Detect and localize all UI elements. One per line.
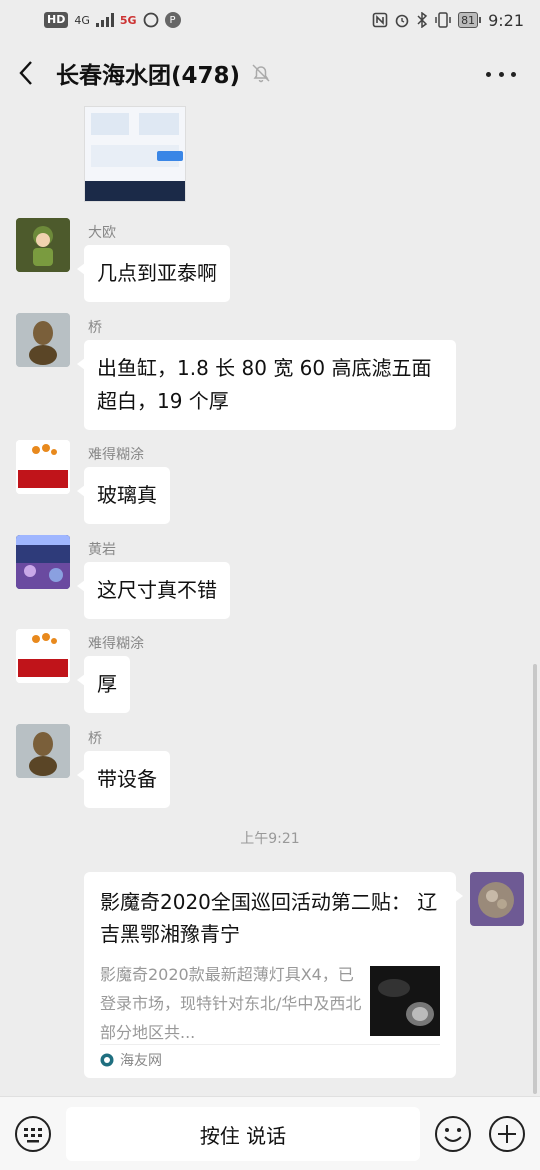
avatar[interactable] <box>16 440 70 494</box>
status-left: HD 4G 5G P <box>44 12 181 28</box>
link-description: 影魔奇2020款最新超薄灯具X4，已登录市场，现特针对东北/华中及西北部分地区共… <box>100 965 362 1042</box>
avatar[interactable] <box>16 218 70 272</box>
link-card[interactable]: 影魔奇2020全国巡回活动第二贴： 辽吉黑鄂湘豫青宁 影魔奇2020款最新超薄灯… <box>84 872 463 1078</box>
link-title: 影魔奇2020全国巡回活动第二贴： 辽吉黑鄂湘豫青宁 <box>100 890 438 946</box>
battery-indicator: 81 <box>458 12 482 28</box>
keyboard-icon <box>15 1116 51 1152</box>
link-thumbnail <box>370 966 440 1036</box>
chat-header: 长春海水团(478) <box>0 40 540 106</box>
sender-name: 黄岩 <box>88 542 116 558</box>
message-bubble[interactable]: 带设备 <box>77 751 170 808</box>
avatar-image <box>16 218 70 272</box>
message-item: 大欧 几点到亚泰啊 <box>16 218 476 302</box>
link-source-name: 海友网 <box>120 1053 162 1069</box>
avatar[interactable] <box>16 535 70 589</box>
nfc-icon <box>372 12 388 28</box>
avatar-image <box>16 629 70 683</box>
sender-name: 桥 <box>88 731 102 747</box>
sender-name: 难得糊涂 <box>88 447 144 463</box>
time-separator: 上午9:21 <box>240 831 300 847</box>
message-item: 桥 带设备 <box>16 724 476 808</box>
message-bubble[interactable]: 几点到亚泰啊 <box>77 245 230 302</box>
bluetooth-icon <box>417 12 428 28</box>
message-item: 难得糊涂 玻璃真 <box>16 440 476 524</box>
input-bar: 按住 说话 <box>0 1096 540 1170</box>
message-bubble[interactable]: 玻璃真 <box>77 467 170 524</box>
emoji-button[interactable] <box>434 1115 472 1153</box>
avatar-image <box>16 724 70 778</box>
message-item: 难得糊涂 厚 <box>16 629 476 713</box>
avatar-image <box>470 872 524 926</box>
more-functions-button[interactable] <box>488 1115 526 1153</box>
link-divider <box>100 1044 440 1045</box>
sender-name: 难得糊涂 <box>88 636 144 652</box>
thumbnail-image <box>370 966 440 1036</box>
message-bubble[interactable]: 这尺寸真不错 <box>77 562 230 619</box>
more-icon <box>486 71 491 77</box>
message-item: 桥 出鱼缸，1.8 长 80 宽 60 高底滤五面超白，19 个厚 <box>16 313 476 430</box>
alarm-icon <box>395 14 409 28</box>
keyboard-toggle-button[interactable] <box>14 1115 52 1153</box>
status-bar: HD 4G 5G P 81 9:21 <box>0 0 540 40</box>
plus-icon <box>489 1116 525 1152</box>
carrier-badge: 5G <box>119 13 137 27</box>
sender-name: 桥 <box>88 320 102 336</box>
p-app-icon: P <box>164 12 181 28</box>
link-source: 海友网 <box>100 1050 162 1070</box>
message-list[interactable]: 大欧 几点到亚泰啊 桥 出鱼缸，1.8 长 80 宽 60 高底滤五面超白，19… <box>0 106 540 1096</box>
message-bubble[interactable]: 出鱼缸，1.8 长 80 宽 60 高底滤五面超白，19 个厚 <box>77 340 456 430</box>
shared-image[interactable] <box>84 106 186 202</box>
chat-title: 长春海水团(478) <box>56 63 241 89</box>
status-right: 81 9:21 <box>372 11 524 30</box>
vibrate-icon <box>435 12 451 28</box>
scrollbar[interactable] <box>533 664 537 1094</box>
sender-name: 大欧 <box>88 225 116 241</box>
back-button[interactable] <box>18 53 46 93</box>
emoji-icon <box>435 1116 471 1152</box>
avatar-image <box>16 535 70 589</box>
message-item: 黄岩 这尺寸真不错 <box>16 535 476 619</box>
avatar-image <box>16 440 70 494</box>
more-button[interactable] <box>486 60 516 88</box>
avatar-image <box>16 313 70 367</box>
message-bubble[interactable]: 厚 <box>77 656 130 713</box>
chat-app-icon <box>143 12 158 28</box>
avatar[interactable] <box>16 724 70 778</box>
network-indicator: 4G <box>74 13 90 27</box>
haiyou-logo-icon <box>100 1053 114 1067</box>
clock: 9:21 <box>488 10 524 30</box>
hd-badge: HD <box>44 12 69 28</box>
link-body: 影魔奇2020款最新超薄灯具X4，已登录市场，现特针对东北/华中及西北部分地区共… <box>100 960 440 1047</box>
back-icon <box>19 61 32 85</box>
mute-bell-icon <box>252 64 270 83</box>
hold-to-talk-button[interactable]: 按住 说话 <box>66 1107 420 1161</box>
signal-icon <box>95 13 114 27</box>
avatar[interactable] <box>16 313 70 367</box>
self-avatar[interactable] <box>470 872 524 926</box>
avatar[interactable] <box>16 629 70 683</box>
